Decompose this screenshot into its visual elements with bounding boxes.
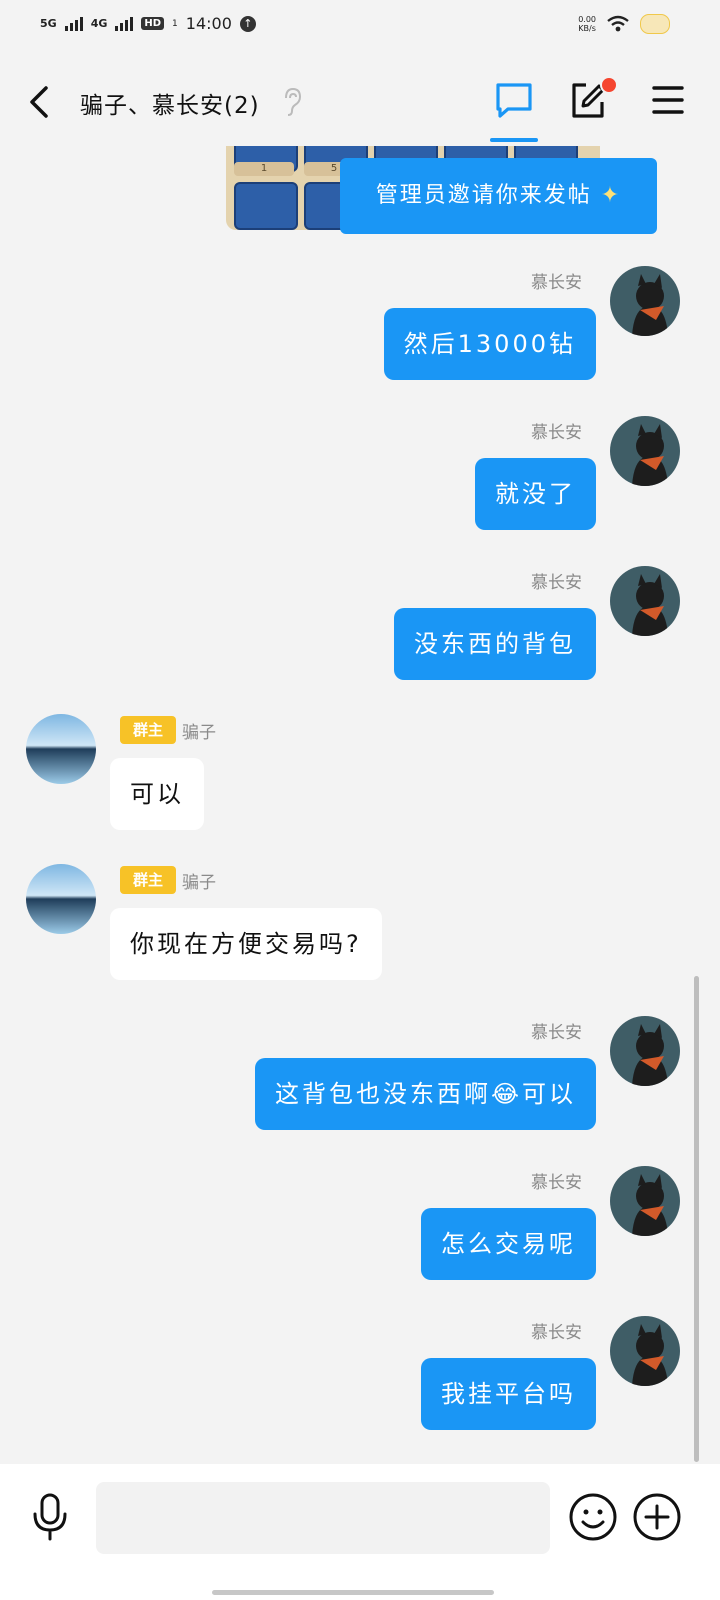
net-speed-unit: KB/s	[578, 24, 596, 33]
plus-icon[interactable]	[632, 1492, 682, 1542]
sender-name: 慕长安	[531, 273, 582, 293]
avatar[interactable]	[610, 566, 680, 636]
chat-bubble-icon[interactable]	[494, 80, 534, 120]
avatar[interactable]	[610, 416, 680, 486]
cat-avatar-icon	[632, 274, 668, 336]
battery-moon-icon	[640, 14, 670, 34]
emoji-icon[interactable]	[568, 1492, 618, 1542]
hd-sub: 1	[172, 18, 178, 29]
cat-avatar-icon	[632, 424, 668, 486]
invite-banner[interactable]: 管理员邀请你来发帖 ✦	[340, 158, 657, 234]
chat-title[interactable]: 骗子、慕长安(2)	[80, 86, 260, 120]
cat-avatar-icon	[632, 574, 668, 636]
input-bar	[0, 1464, 720, 1600]
sender-name: 慕长安	[531, 573, 582, 593]
message-bubble-outgoing[interactable]: 这背包也没东西啊😂可以	[254, 1058, 596, 1130]
home-indicator[interactable]	[212, 1590, 494, 1595]
net-4g-label: 4G	[90, 16, 108, 30]
avatar[interactable]	[26, 714, 96, 784]
scrollbar[interactable]	[694, 976, 699, 1462]
sender-name: 骗子	[182, 873, 216, 893]
cat-avatar-icon	[632, 1324, 668, 1386]
sender-name: 骗子	[182, 723, 216, 743]
status-bar: 5G 4G HD 1 14:00 ↑ 0.00 KB/s	[0, 0, 720, 58]
net-speed: 0.00 KB/s	[578, 15, 596, 33]
wifi-icon	[607, 15, 629, 32]
clock: 14:00	[185, 14, 232, 33]
message-bubble-outgoing[interactable]: 怎么交易呢	[421, 1208, 596, 1280]
tab-active-indicator	[490, 138, 538, 142]
inventory-slot	[234, 182, 298, 230]
hd-badge: HD	[141, 17, 165, 30]
avatar[interactable]	[26, 864, 96, 934]
ear-icon[interactable]	[282, 86, 302, 118]
sender-name: 慕长安	[531, 1023, 582, 1043]
mic-icon[interactable]	[30, 1492, 70, 1542]
net-speed-value: 0.00	[578, 15, 596, 24]
avatar[interactable]	[610, 266, 680, 336]
sender-name: 慕长安	[531, 1323, 582, 1343]
message-list[interactable]: 1 5 管理员邀请你来发帖 ✦ 慕长安 然后13000钻 慕长安 就没了 慕长安…	[0, 146, 720, 1464]
avatar[interactable]	[610, 1166, 680, 1236]
signal-icon	[115, 16, 134, 31]
group-owner-badge: 群主	[120, 716, 176, 744]
signal-icon	[64, 16, 83, 31]
notification-dot	[600, 76, 618, 94]
message-bubble-outgoing[interactable]: 就没了	[475, 458, 596, 530]
sparkle-icon: ✦	[600, 183, 622, 208]
message-bubble-outgoing[interactable]: 然后13000钻	[383, 308, 596, 380]
cat-avatar-icon	[632, 1024, 668, 1086]
invite-text: 管理员邀请你来发帖	[375, 183, 592, 208]
upload-icon: ↑	[239, 15, 256, 32]
sender-name: 慕长安	[531, 1173, 582, 1193]
message-bubble-outgoing[interactable]: 没东西的背包	[394, 608, 596, 680]
menu-icon[interactable]	[652, 80, 684, 120]
avatar[interactable]	[610, 1016, 680, 1086]
back-arrow-icon[interactable]	[26, 82, 54, 122]
message-bubble-incoming[interactable]: 可以	[110, 758, 204, 830]
status-left: 5G 4G HD 1 14:00 ↑	[40, 14, 256, 33]
sender-name: 慕长安	[531, 423, 582, 443]
message-bubble-outgoing[interactable]: 我挂平台吗	[421, 1358, 596, 1430]
cat-avatar-icon	[632, 1174, 668, 1236]
net-5g-label: 5G	[40, 16, 57, 30]
group-owner-badge: 群主	[120, 866, 176, 894]
level-label: 1	[234, 162, 294, 176]
message-bubble-incoming[interactable]: 你现在方便交易吗?	[110, 908, 382, 980]
message-input[interactable]	[96, 1482, 550, 1554]
status-right: 0.00 KB/s	[578, 14, 670, 34]
chat-header: 骗子、慕长安(2)	[0, 58, 720, 146]
avatar[interactable]	[610, 1316, 680, 1386]
